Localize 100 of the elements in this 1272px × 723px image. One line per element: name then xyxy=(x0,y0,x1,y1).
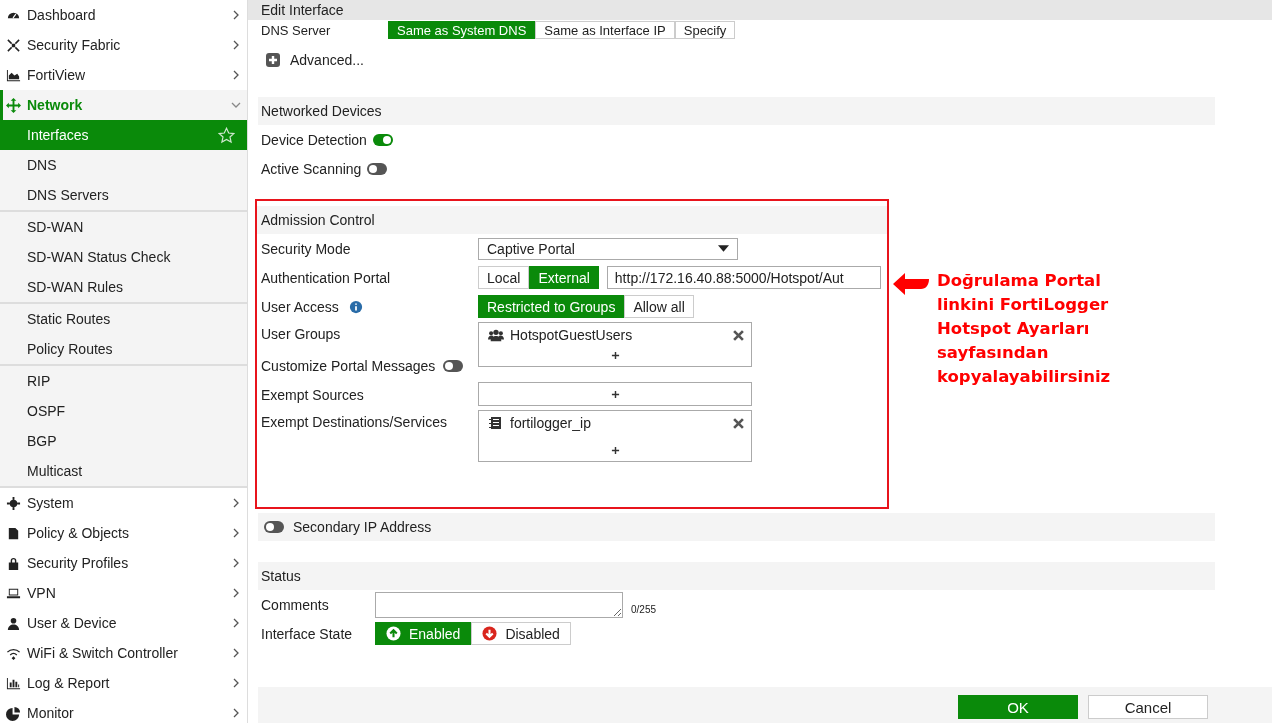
field-label: Secondary IP Address xyxy=(293,519,432,535)
entry-label: HotspotGuestUsers xyxy=(510,327,634,343)
pie-chart-icon xyxy=(6,705,21,721)
add-icon[interactable] xyxy=(610,446,620,455)
sidebar-item[interactable]: System xyxy=(0,488,247,518)
chevron-right-icon xyxy=(231,70,241,80)
segment-option[interactable]: External xyxy=(529,266,599,289)
field-label: Security Mode xyxy=(261,240,352,257)
section-header: Status xyxy=(258,562,1215,590)
field-label: Customize Portal Messages xyxy=(261,357,436,374)
star-icon[interactable] xyxy=(218,126,235,144)
field-label: User Groups xyxy=(261,325,342,342)
sidebar-item[interactable]: Dashboard xyxy=(0,0,247,30)
chevron-right-icon xyxy=(231,10,241,20)
segment-option[interactable]: Same as Interface IP xyxy=(535,21,675,39)
advanced-link[interactable]: Advanced... xyxy=(290,52,364,68)
section-header: Admission Control xyxy=(257,206,887,234)
sidebar-item[interactable]: WiFi & Switch Controller xyxy=(0,638,247,668)
toggle-switch[interactable] xyxy=(264,521,284,533)
segment-option[interactable]: Allow all xyxy=(624,295,694,318)
field-label: Exempt Sources xyxy=(261,386,365,403)
field-label: Device Detection xyxy=(261,131,367,148)
sidebar-subitem[interactable]: Static Routes xyxy=(0,304,247,334)
sidebar-item[interactable]: User & Device xyxy=(0,608,247,638)
cross-arrows-icon xyxy=(6,97,21,113)
sidebar-subitem[interactable]: SD-WAN Status Check xyxy=(0,242,247,272)
dialog-button[interactable]: Cancel xyxy=(1088,695,1208,719)
toggle-switch[interactable] xyxy=(367,162,388,175)
sidebar-subitem[interactable]: SD-WAN xyxy=(0,212,247,242)
user-icon xyxy=(6,615,21,631)
add-icon[interactable] xyxy=(610,389,620,399)
chevron-right-icon xyxy=(231,528,241,538)
arrow-icon xyxy=(893,273,929,295)
dialog-button[interactable]: OK xyxy=(958,695,1078,719)
exempt-sources-field[interactable] xyxy=(478,382,752,406)
address-book-icon xyxy=(488,416,504,430)
sidebar-item[interactable]: FortiView xyxy=(0,60,247,90)
sidebar-item[interactable]: Network xyxy=(0,90,247,120)
sidebar-subitem[interactable]: DNS xyxy=(0,150,247,180)
sidebar-subitem[interactable]: Policy Routes xyxy=(0,334,247,364)
field-label: Exempt Destinations/Services xyxy=(261,413,448,430)
user-groups-field[interactable]: HotspotGuestUsers xyxy=(478,322,752,367)
caret-icon xyxy=(718,245,729,252)
sidebar-item[interactable]: Monitor xyxy=(0,698,247,723)
lock-icon xyxy=(6,555,21,571)
segment-option[interactable]: Specify xyxy=(674,21,736,39)
info-icon[interactable] xyxy=(348,299,363,314)
sidebar-item[interactable]: Log & Report xyxy=(0,668,247,698)
sidebar-item[interactable]: Security Fabric xyxy=(0,30,247,60)
character-counter: 0/255 xyxy=(631,604,657,615)
portal-url-field[interactable]: http://172.16.40.88:5000/Hotspot/Aut xyxy=(606,266,881,289)
remove-icon[interactable] xyxy=(733,417,744,429)
chevron-right-icon xyxy=(231,618,241,628)
chevron-right-icon xyxy=(231,708,241,718)
field-label: Interface State xyxy=(261,625,354,642)
field-label: Active Scanning xyxy=(261,160,362,177)
chevron-right-icon xyxy=(231,40,241,50)
sidebar-subitem[interactable]: DNS Servers xyxy=(0,180,247,210)
dialog-title: Edit Interface xyxy=(248,0,1272,20)
gear-icon xyxy=(6,495,21,511)
segment-option[interactable]: Local xyxy=(478,266,530,289)
group-icon xyxy=(488,328,504,342)
toggle-switch[interactable] xyxy=(372,133,393,146)
segment-option[interactable]: Restricted to Groups xyxy=(478,295,625,318)
up-arrow-circle-icon xyxy=(386,626,401,641)
plus-square-icon[interactable] xyxy=(265,52,281,68)
comments-field[interactable] xyxy=(375,591,623,618)
field-label: Comments xyxy=(261,596,330,613)
entry-label: fortilogger_ip xyxy=(510,415,592,431)
exempt-destinations-field[interactable]: fortilogger_ip xyxy=(478,410,752,462)
field-label: DNS Server xyxy=(260,22,332,38)
field-label: Authentication Portal xyxy=(261,269,392,286)
sidebar-subitem[interactable]: BGP xyxy=(0,426,247,456)
sidebar-subitem[interactable]: RIP xyxy=(0,366,247,396)
document-icon xyxy=(6,525,21,541)
sidebar-subitem[interactable]: SD-WAN Rules xyxy=(0,272,247,302)
area-chart-icon xyxy=(6,67,21,83)
segment-option[interactable]: Same as System DNS xyxy=(388,21,536,39)
chevron-right-icon xyxy=(231,648,241,658)
toggle-switch[interactable] xyxy=(443,359,464,372)
scattered-lines-icon xyxy=(6,37,21,53)
sidebar-item[interactable]: Policy & Objects xyxy=(0,518,247,548)
field-label: User Access xyxy=(261,298,339,315)
sidebar-item[interactable]: VPN xyxy=(0,578,247,608)
chevron-right-icon xyxy=(231,588,241,598)
chevron-right-icon xyxy=(231,678,241,688)
sidebar-item[interactable]: Security Profiles xyxy=(0,548,247,578)
chevron-right-icon xyxy=(231,498,241,508)
annotation-text: Doğrulama Portal linkini FortiLogger Hotspot Ayarları sayfasından kopyalayabilirsiniz xyxy=(937,270,1111,388)
segment-option[interactable]: Disabled xyxy=(471,622,571,645)
down-arrow-circle-icon xyxy=(482,626,498,641)
segment-option[interactable]: Enabled xyxy=(375,622,472,645)
add-icon[interactable] xyxy=(610,351,620,360)
chevron-right-icon xyxy=(231,558,241,568)
section-header: Networked Devices xyxy=(258,97,1215,125)
sidebar-subitem[interactable]: Multicast xyxy=(0,456,247,486)
sidebar-subitem[interactable]: OSPF xyxy=(0,396,247,426)
remove-icon[interactable] xyxy=(733,329,744,341)
security-mode-dropdown[interactable]: Captive Portal xyxy=(478,237,738,260)
sidebar-subitem[interactable]: Interfaces xyxy=(0,120,247,150)
